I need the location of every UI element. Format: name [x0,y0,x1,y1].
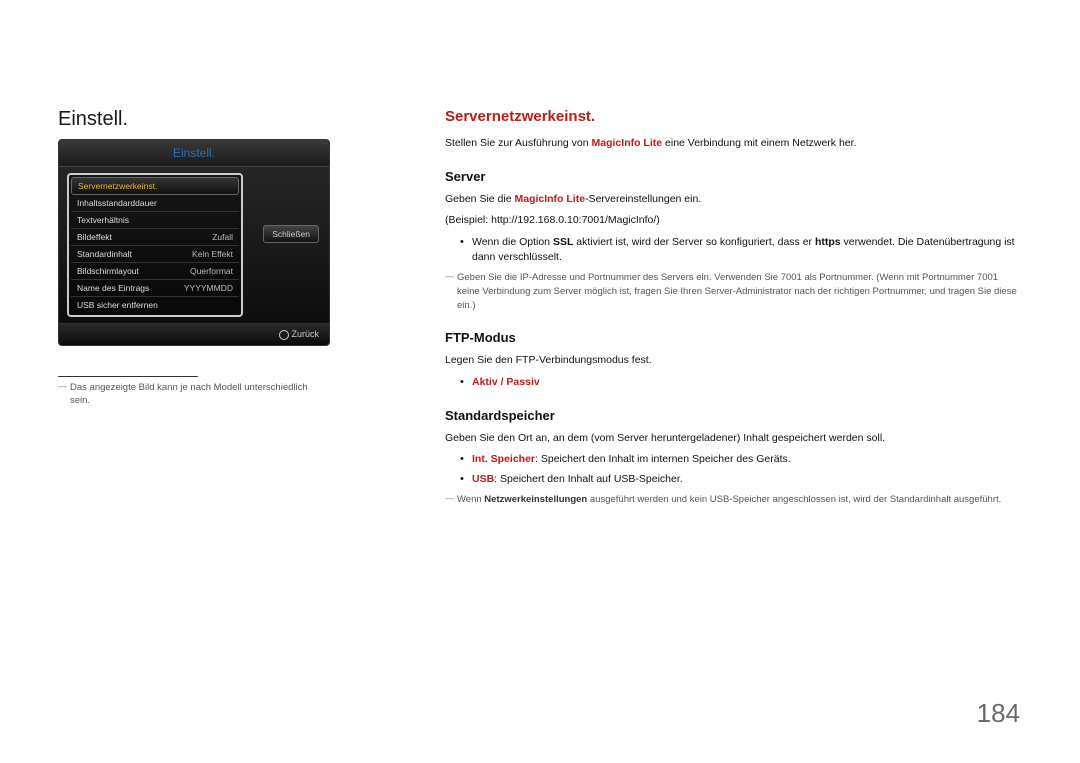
divider [58,376,198,377]
return-icon [279,330,289,340]
menu-item-usb-remove[interactable]: USB sicher entfernen [71,297,239,313]
device-screenshot: Einstell. Servernetzwerkeinst. Inhaltsst… [58,139,330,346]
page-title-left: Einstell. [58,108,330,131]
menu-item-default-content[interactable]: StandardinhaltKein Effekt [71,246,239,263]
intro-text: Stellen Sie zur Ausführung von MagicInfo… [445,136,1020,151]
menu-item-screen-layout[interactable]: BildschirmlayoutQuerformat [71,263,239,280]
menu-item-content-duration[interactable]: Inhaltsstandarddauer [71,195,239,212]
panel-footer: Zurück [59,323,329,345]
storage-line1: Geben Sie den Ort an, an dem (vom Server… [445,431,1020,446]
ftp-options: Aktiv / Passiv [460,375,1020,390]
section-title: Servernetzwerkeinst. [445,108,1020,125]
panel-header: Einstell. [59,140,329,167]
ftp-line1: Legen Sie den FTP-Verbindungsmodus fest. [445,353,1020,368]
menu-item-server-network[interactable]: Servernetzwerkeinst. [71,177,239,195]
footnote-model: Das angezeigte Bild kann je nach Modell … [58,381,330,409]
page-number: 184 [977,698,1020,729]
menu-item-text-ratio[interactable]: Textverhältnis [71,212,239,229]
ssl-bullet: Wenn die Option SSL aktiviert ist, wird … [460,235,1020,265]
storage-internal: Int. Speicher: Speichert den Inhalt im i… [460,452,1020,467]
menu-item-entry-name[interactable]: Name des EintragsYYYYMMDD [71,280,239,297]
server-note: Geben Sie die IP-Adresse und Portnummer … [445,271,1020,312]
storage-usb: USB: Speichert den Inhalt auf USB-Speich… [460,472,1020,487]
server-line1: Geben Sie die MagicInfo Lite-Servereinst… [445,192,1020,207]
close-button[interactable]: Schließen [263,225,319,243]
panel-body: Servernetzwerkeinst. Inhaltsstandarddaue… [59,167,329,323]
menu-box: Servernetzwerkeinst. Inhaltsstandarddaue… [67,173,243,317]
subsection-ftp: FTP-Modus [445,330,1020,345]
server-example: (Beispiel: http://192.168.0.10:7001/Magi… [445,213,1020,228]
subsection-storage: Standardspeicher [445,408,1020,423]
subsection-server: Server [445,169,1020,184]
menu-item-image-effect[interactable]: BildeffektZufall [71,229,239,246]
storage-note: Wenn Netzwerkeinstellungen ausgeführt we… [445,493,1020,507]
